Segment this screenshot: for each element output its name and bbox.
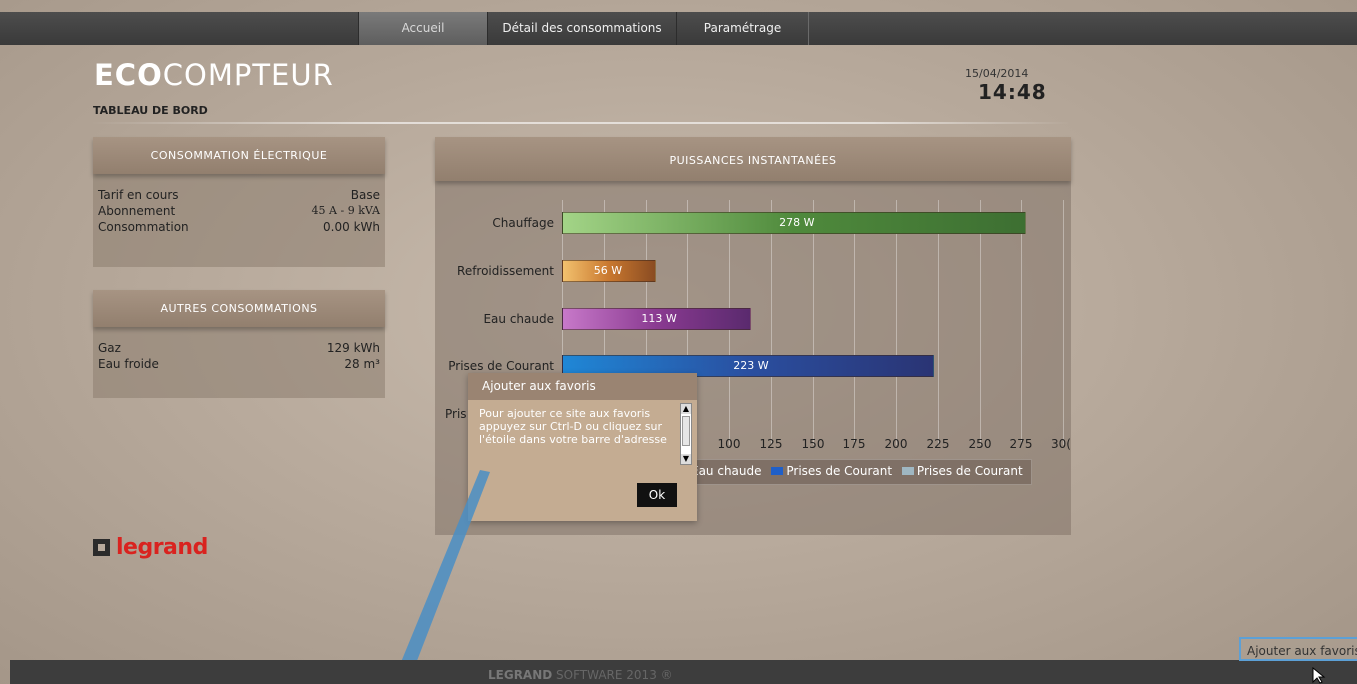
ok-button[interactable]: Ok [637, 483, 677, 507]
grid-line [813, 200, 814, 445]
tab-accueil[interactable]: Accueil [358, 12, 488, 45]
grid-line [854, 200, 855, 445]
x-tick-label: 150 [801, 437, 825, 451]
logo-text: legrand [116, 535, 208, 560]
header-divider [90, 122, 1070, 124]
scroll-up-icon[interactable]: ▲ [681, 404, 691, 414]
x-tick-label: 125 [759, 437, 783, 451]
dialog-title: Ajouter aux favoris [468, 373, 697, 400]
app-title: ECOCOMPTEUR [94, 58, 334, 92]
x-tick-label: 250 [968, 437, 992, 451]
grid-line [1063, 200, 1064, 445]
tariff-value: Base [350, 188, 380, 202]
consumption-row: Consommation 0.00 kWh [98, 220, 380, 236]
mouse-cursor-icon [1312, 667, 1326, 684]
grid-line [771, 200, 772, 445]
legend-item-prises-2: Prises de Courant [916, 464, 1023, 478]
cold-water-row: Eau froide 28 m³ [98, 357, 380, 373]
tab-detail-consommations[interactable]: Détail des consommations [487, 12, 677, 45]
other-panel-title: AUTRES CONSOMMATIONS [93, 290, 385, 327]
grid-line [980, 200, 981, 445]
category-label: Refroidissement [457, 264, 554, 278]
scroll-thumb[interactable] [682, 416, 690, 446]
brand-bold: ECO [94, 58, 163, 92]
x-tick-label: 30( [1051, 437, 1071, 451]
consumption-value: 0.00 kWh [323, 220, 380, 234]
bar-data-label: 56 W [593, 264, 623, 277]
footer-bar [10, 660, 1357, 684]
subscription-label: Abonnement [98, 204, 176, 218]
other-consumption-panel: AUTRES CONSOMMATIONS Gaz 129 kWh Eau fro… [93, 290, 385, 398]
gas-row: Gaz 129 kWh [98, 341, 380, 357]
page-subtitle: TABLEAU DE BORD [93, 104, 208, 117]
subscription-value: 45 A - 9 kVA [311, 204, 380, 217]
category-label: Prises de Courant [448, 359, 554, 373]
bar-data-label: 113 W [641, 312, 677, 325]
grid-line [938, 200, 939, 445]
scroll-down-icon[interactable]: ▼ [681, 454, 691, 464]
category-label: Eau chaude [483, 312, 554, 326]
brand-rest: COMPTEUR [162, 58, 334, 92]
footer-rest: SOFTWARE 2013 ® [552, 668, 673, 682]
add-favorites-link[interactable]: Ajouter aux favoris [1239, 637, 1357, 661]
current-time: 14:48 [978, 80, 1047, 104]
current-date: 15/04/2014 [965, 67, 1029, 80]
x-tick-label: 200 [884, 437, 908, 451]
x-tick-label: 225 [926, 437, 950, 451]
grid-line [1021, 200, 1022, 445]
electric-consumption-panel: CONSOMMATION ÉLECTRIQUE Tarif en cours B… [93, 137, 385, 267]
gas-value: 129 kWh [326, 341, 380, 355]
footer-brand: LEGRAND [488, 668, 553, 682]
cold-water-label: Eau froide [98, 357, 159, 371]
subscription-row: Abonnement 45 A - 9 kVA [98, 204, 380, 220]
consumption-label: Consommation [98, 220, 189, 234]
legend-swatch-prises-2 [901, 467, 914, 475]
category-label: Chauffage [492, 216, 554, 230]
legend-item-prises-1: Prises de Courant [786, 464, 893, 478]
category-label: Pris [445, 407, 467, 421]
legrand-logo: legrand [93, 535, 208, 560]
x-tick-label: 100 [717, 437, 741, 451]
dialog-message: Pour ajouter ce site aux favoris appuyez… [479, 407, 667, 446]
footer-text: LEGRAND SOFTWARE 2013 ® [488, 668, 673, 682]
gas-label: Gaz [98, 341, 121, 355]
legend-swatch-prises [771, 467, 784, 475]
tariff-label: Tarif en cours [98, 188, 179, 202]
callout-pointer [392, 470, 490, 684]
x-tick-label: 275 [1009, 437, 1033, 451]
dialog-scrollbar[interactable]: ▲ ▼ [680, 403, 692, 465]
legrand-mark-icon [93, 539, 110, 556]
tab-parametrage[interactable]: Paramétrage [676, 12, 809, 45]
favorites-dialog: Ajouter aux favoris Pour ajouter ce site… [468, 373, 697, 521]
chart-legend: Eau chaude Prises de Courant Prises de C… [688, 459, 1032, 485]
chart-title: PUISSANCES INSTANTANÉES [435, 137, 1071, 181]
x-tick-label: 175 [842, 437, 866, 451]
bar-data-label: 223 W [733, 359, 769, 372]
grid-line [896, 200, 897, 445]
top-nav-bar: Accueil Détail des consommations Paramét… [0, 12, 1357, 45]
tariff-row: Tarif en cours Base [98, 188, 380, 204]
electric-panel-title: CONSOMMATION ÉLECTRIQUE [93, 137, 385, 174]
bar-data-label: 278 W [779, 216, 815, 229]
legend-item-eau-chaude: Eau chaude [691, 464, 762, 478]
cold-water-value: 28 m³ [344, 357, 380, 371]
